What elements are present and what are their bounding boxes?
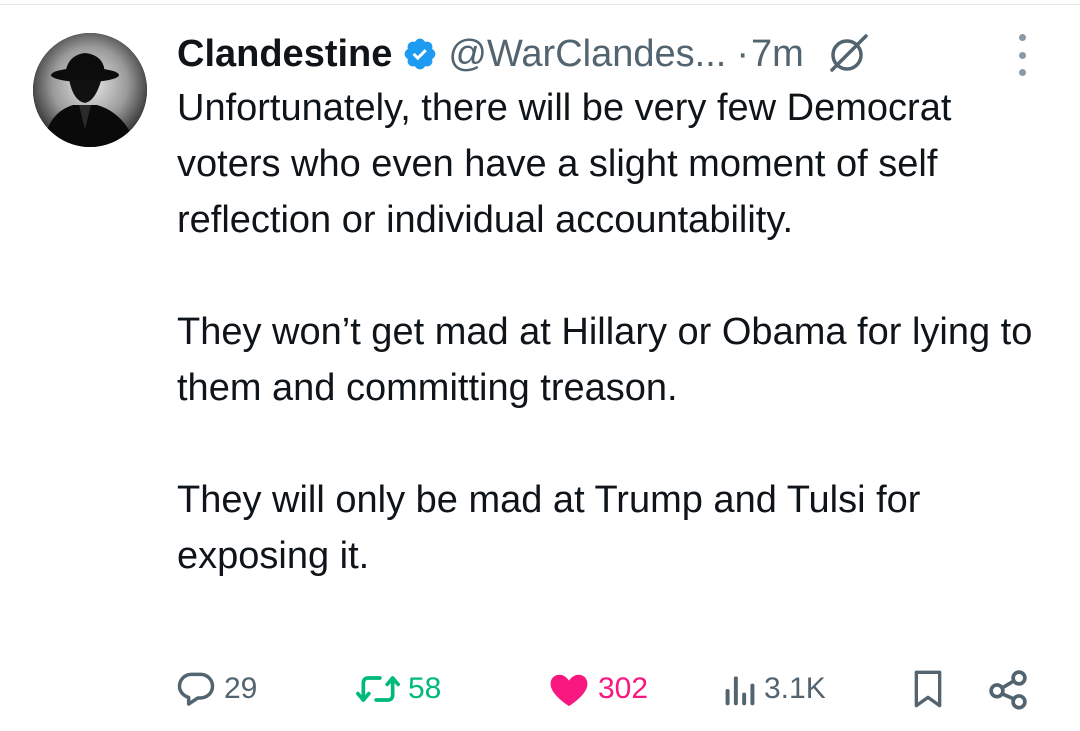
separator-dot: · xyxy=(736,33,749,75)
tweet-header: Clandestine @WarClandes... · 7m xyxy=(177,26,1017,82)
share-button[interactable] xyxy=(986,662,1030,716)
action-bar: 29 58 302 3.1K xyxy=(174,662,1034,716)
heart-icon xyxy=(546,667,592,711)
share-icon xyxy=(986,667,1030,711)
views-count: 3.1K xyxy=(764,672,826,705)
tweet-timestamp[interactable]: 7m xyxy=(751,26,804,82)
like-button[interactable]: 302 xyxy=(546,662,648,716)
more-dot xyxy=(1018,69,1026,76)
reply-count: 29 xyxy=(224,672,258,705)
avatar[interactable] xyxy=(33,33,147,147)
tweet-paragraph: Unfortunately, there will be very few De… xyxy=(177,87,952,241)
author-handle[interactable]: @WarClandes... xyxy=(448,26,726,82)
bookmark-button[interactable] xyxy=(908,662,948,716)
tweet-paragraph: They won’t get mad at Hillary or Obama f… xyxy=(177,311,1033,409)
grok-icon[interactable] xyxy=(826,32,870,76)
verified-badge-icon xyxy=(402,36,438,72)
tweet[interactable]: Clandestine @WarClandes... · 7m Unfortun… xyxy=(0,0,1080,731)
author-display-name[interactable]: Clandestine xyxy=(177,26,392,82)
like-count: 302 xyxy=(598,672,649,705)
retweet-button[interactable]: 58 xyxy=(354,662,441,716)
retweet-count: 58 xyxy=(408,672,442,705)
more-vertical-icon[interactable] xyxy=(1010,34,1034,76)
more-dot xyxy=(1018,51,1026,59)
bookmark-icon xyxy=(908,667,948,711)
more-dot xyxy=(1018,34,1026,41)
views-button[interactable]: 3.1K xyxy=(722,662,826,716)
reply-icon xyxy=(174,667,218,711)
reply-button[interactable]: 29 xyxy=(174,662,257,716)
analytics-icon xyxy=(722,667,758,711)
tweet-paragraph: They will only be mad at Trump and Tulsi… xyxy=(177,479,921,577)
retweet-icon xyxy=(354,667,402,711)
tweet-text: Unfortunately, there will be very few De… xyxy=(177,80,1037,584)
